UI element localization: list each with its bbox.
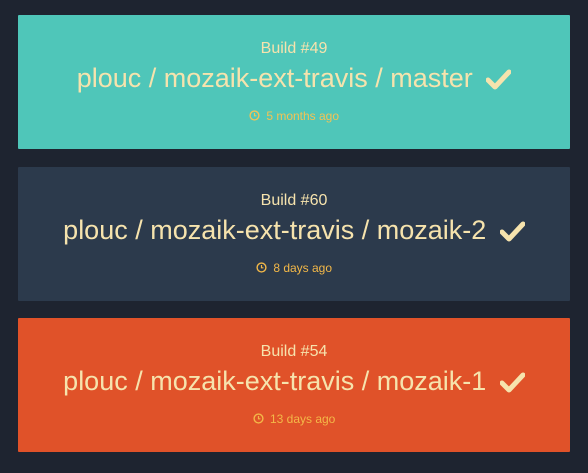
build-time: 5 months ago (18, 109, 570, 124)
build-title-row: plouc / mozaik-ext-travis / master (18, 61, 570, 98)
build-number: Build #60 (260, 192, 328, 209)
check-icon (499, 216, 526, 250)
build-time: 13 days ago (18, 412, 570, 427)
clock-icon (249, 110, 260, 124)
time-ago: 13 days ago (269, 412, 336, 426)
build-card: Build #49 plouc / mozaik-ext-travis / ma… (18, 15, 570, 149)
build-time: 8 days ago (18, 261, 570, 276)
build-card: Build #54 plouc / mozaik-ext-travis / mo… (18, 318, 570, 452)
build-number: Build #49 (260, 40, 328, 57)
build-title-row: plouc / mozaik-ext-travis / mozaik-1 (18, 364, 570, 401)
repo-branch-path: plouc / mozaik-ext-travis / mozaik-1 (63, 366, 487, 396)
build-number: Build #54 (260, 343, 328, 360)
time-ago: 5 months ago (266, 109, 340, 123)
time-ago: 8 days ago (273, 261, 333, 275)
check-icon (499, 367, 526, 401)
repo-branch-path: plouc / mozaik-ext-travis / mozaik-2 (63, 215, 487, 245)
build-title-row: plouc / mozaik-ext-travis / mozaik-2 (18, 213, 570, 250)
repo-branch-path: plouc / mozaik-ext-travis / master (76, 63, 473, 93)
check-icon (485, 64, 512, 98)
clock-icon (256, 262, 267, 276)
clock-icon (253, 413, 264, 427)
build-card: Build #60 plouc / mozaik-ext-travis / mo… (18, 167, 570, 301)
